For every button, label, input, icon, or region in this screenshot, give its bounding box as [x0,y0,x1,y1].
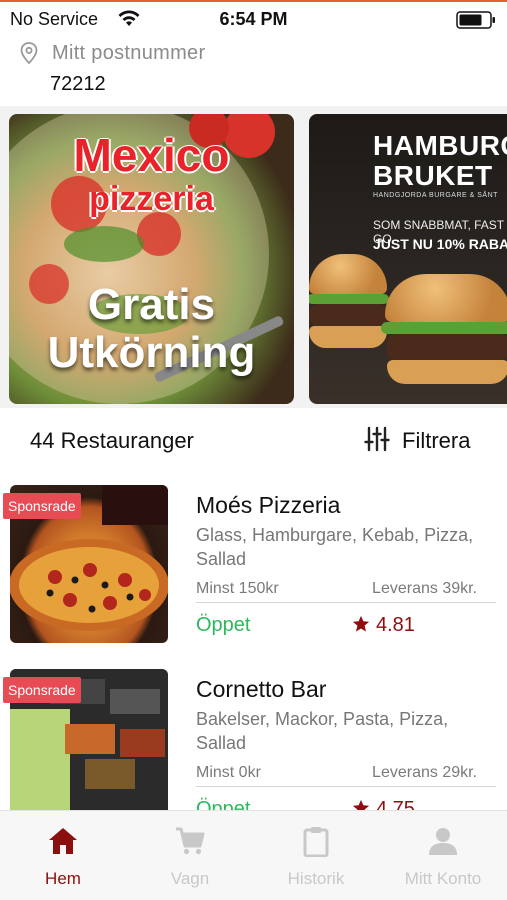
burger-photo [381,274,507,384]
rating-value: 4.75 [376,798,415,810]
list-header: 44 Restauranger Filtrera [0,408,507,472]
restaurant-card[interactable]: Sponsrade Moés Pizzeria Glass, Hamburgar… [0,472,507,656]
promo-banner-hamburgebruket[interactable]: HAMBURGE BRUKET HANDGJORDA BURGARE & SÅN… [309,114,507,404]
banner-tagline: HANDGJORDA BURGARE & SÅNT [373,192,498,199]
tab-label: Vagn [170,869,210,888]
promo-banner-mexico-pizzeria[interactable]: Mexico pizzeria Gratis Utkörning [9,114,294,404]
banner-subtitle: pizzeria [89,180,214,218]
filter-button[interactable]: Filtrera [362,422,492,458]
rating: 4.75 [352,798,415,810]
open-status: Öppet [196,614,251,636]
status-bar: No Service 6:54 PM [0,0,507,34]
star-icon [352,615,370,632]
restaurant-categories: Glass, Hamburgare, Kebab, Pizza, Sallad [196,525,474,569]
banner-promo: JUST NU 10% RABA [373,236,507,252]
user-icon [429,828,457,855]
postcode-selector[interactable]: Mitt postnummer 72212 [0,34,507,106]
banner-headline-2: Utkörning [47,328,256,377]
bottom-tab-bar: Hem Vagn Historik Mitt Konto [0,810,507,900]
burger-photo [309,254,389,354]
promo-carousel[interactable]: Mexico pizzeria Gratis Utkörning HAMBURG… [0,106,507,408]
clipboard-icon [303,827,329,857]
banner-title: Mexico [73,129,230,181]
restaurant-list[interactable]: Sponsrade Moés Pizzeria Glass, Hamburgar… [0,472,507,810]
tab-cart[interactable]: Vagn [127,811,253,900]
restaurant-categories: Bakelser, Mackor, Pasta, Pizza, Sallad [196,709,449,753]
divider [196,602,496,603]
delivery-fee: Leverans 29kr. [372,764,477,781]
rating-value: 4.81 [376,614,415,636]
divider [196,786,496,787]
tab-history[interactable]: Historik [253,811,379,900]
sliders-icon [364,426,390,452]
restaurant-name: Moés Pizzeria [196,492,341,518]
tab-home[interactable]: Hem [0,811,126,900]
minimum-order: Minst 150kr [196,580,279,597]
filter-label: Filtrera [402,428,471,453]
tab-label: Hem [45,869,81,888]
banner-title: BRUKET [373,160,493,191]
rating: 4.81 [352,614,415,637]
postcode-placeholder: Mitt postnummer [52,42,206,64]
banner-title: HAMBURGE [373,130,507,161]
restaurant-count: 44 Restauranger [30,428,194,453]
open-status: Öppet [196,798,251,810]
tab-account[interactable]: Mitt Konto [380,811,506,900]
clock: 6:54 PM [219,9,288,29]
minimum-order: Minst 0kr [196,764,261,781]
home-icon [49,828,77,854]
tab-label: Historik [287,869,345,888]
star-icon [352,799,370,810]
battery-icon [456,11,495,29]
tab-label: Mitt Konto [404,869,482,888]
restaurant-name: Cornetto Bar [196,676,327,702]
delivery-fee: Leverans 39kr. [372,580,477,597]
sponsored-badge: Sponsrade [3,493,81,519]
location-pin-icon [20,42,38,64]
postcode-value: 72212 [50,73,106,95]
restaurant-card[interactable]: Sponsrade Cornetto Bar Bakelser, Mackor,… [0,656,507,810]
cart-icon [176,827,205,855]
banner-headline-1: Gratis [87,280,216,329]
sponsored-badge: Sponsrade [3,677,81,703]
